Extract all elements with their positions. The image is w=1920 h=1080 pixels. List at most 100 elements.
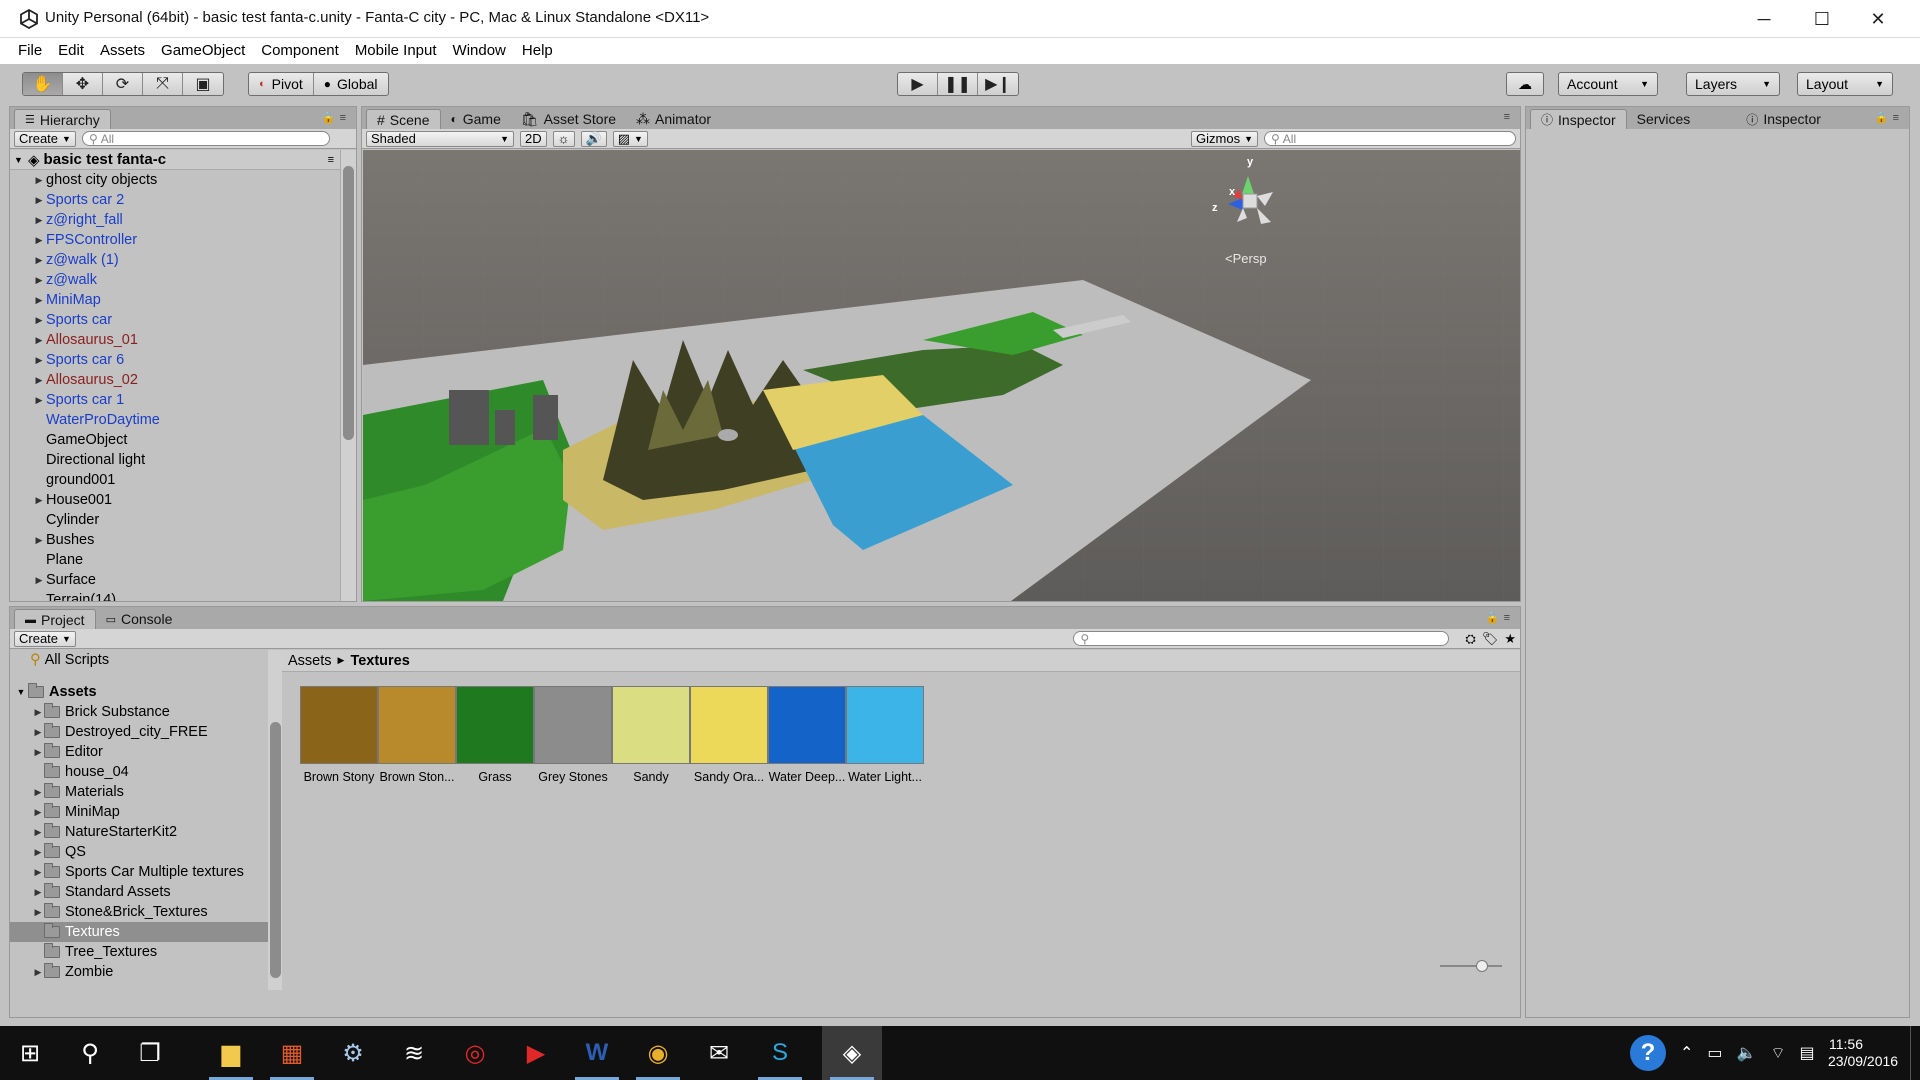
menu-component[interactable]: Component	[253, 38, 347, 64]
expand-triangle-icon[interactable]: ▶	[32, 575, 46, 586]
expand-triangle-icon[interactable]: ▶	[32, 787, 44, 798]
hand-tool-button[interactable]: ✋	[23, 73, 63, 95]
hierarchy-item[interactable]: GameObject	[10, 430, 340, 450]
menu-assets[interactable]: Assets	[92, 38, 153, 64]
thumbnail-size-slider[interactable]	[1440, 960, 1502, 972]
pivot-button[interactable]: ◐ Pivot	[249, 73, 314, 95]
project-folder-item[interactable]: Tree_Textures	[10, 942, 269, 962]
filter-by-type-icon[interactable]: ⛭	[1465, 631, 1475, 647]
scale-tool-button[interactable]: ⤧	[143, 73, 183, 95]
minimize-button[interactable]: ─	[1736, 0, 1792, 38]
hierarchy-item[interactable]: ▶ Sports car 1	[10, 390, 340, 410]
audio-app-taskbar[interactable]: ≋	[384, 1026, 444, 1080]
project-folder-item[interactable]: ▶ Materials	[10, 782, 269, 802]
project-folder-item[interactable]: ▶ Brick Substance	[10, 702, 269, 722]
favorite-all-scripts[interactable]: ⚲ All Scripts	[10, 650, 269, 670]
gizmo-center-cube[interactable]	[1242, 193, 1258, 209]
menu-mobile-input[interactable]: Mobile Input	[347, 38, 445, 64]
tab-inspector[interactable]: ⓘ Inspector	[1530, 109, 1627, 129]
expand-triangle-icon[interactable]: ▶	[32, 907, 44, 918]
hierarchy-search-input[interactable]: ⚲ All	[81, 131, 330, 146]
expand-triangle-icon[interactable]: ▶	[32, 887, 44, 898]
hierarchy-item[interactable]: ▶ ghost city objects	[10, 170, 340, 190]
project-folder-item[interactable]: ▶ Sports Car Multiple textures	[10, 862, 269, 882]
wifi-icon[interactable]: ⌔	[1770, 1043, 1785, 1063]
project-folder-item[interactable]: ▶ Stone&Brick_Textures	[10, 902, 269, 922]
task-view-button[interactable]: ❐	[120, 1026, 180, 1080]
texture-asset[interactable]: Grass	[450, 686, 540, 784]
rect-tool-button[interactable]: ▣	[183, 73, 223, 95]
project-folder-item[interactable]: ▶ Editor	[10, 742, 269, 762]
hierarchy-create-dropdown[interactable]: Create ▼	[14, 130, 76, 147]
hierarchy-item[interactable]: ground001	[10, 470, 340, 490]
recorder-app-taskbar[interactable]: ◎	[445, 1026, 505, 1080]
project-folder-item[interactable]: ▶ NatureStarterKit2	[10, 822, 269, 842]
mail-taskbar[interactable]: ✉	[689, 1026, 749, 1080]
account-dropdown[interactable]: Account ▼	[1558, 72, 1658, 96]
chevron-up-icon[interactable]: ⌃	[1680, 1043, 1693, 1063]
global-button[interactable]: ● Global	[314, 73, 388, 95]
close-button[interactable]: ✕	[1850, 0, 1906, 38]
step-button[interactable]: ▶❙	[978, 73, 1018, 95]
expand-triangle-icon[interactable]: ▶	[32, 827, 44, 838]
hierarchy-item[interactable]: ▶ Sports car 2	[10, 190, 340, 210]
scene-lighting-toggle[interactable]: ☼	[552, 130, 575, 147]
texture-asset[interactable]: Sandy Ora...	[684, 686, 774, 784]
texture-asset[interactable]: Grey Stones	[528, 686, 618, 784]
expand-triangle-icon[interactable]: ▶	[32, 727, 44, 738]
assets-root[interactable]: ▼ Assets	[10, 682, 269, 702]
expand-triangle-icon[interactable]: ▶	[32, 375, 46, 386]
project-search-input[interactable]: ⚲	[1073, 631, 1450, 646]
hierarchy-item[interactable]: ▶ z@right_fall	[10, 210, 340, 230]
expand-triangle-icon[interactable]: ▶	[32, 295, 46, 306]
tab-animator[interactable]: ⁂ Animator	[626, 109, 721, 129]
scene-effects-dropdown[interactable]: ▨ ▼	[612, 130, 648, 147]
hierarchy-item[interactable]: Directional light	[10, 450, 340, 470]
file-explorer-taskbar[interactable]: ▆	[201, 1026, 261, 1080]
hierarchy-scrollbar[interactable]	[340, 150, 356, 601]
word-taskbar[interactable]: W	[567, 1026, 627, 1080]
project-create-dropdown[interactable]: Create ▼	[14, 630, 76, 647]
menu-file[interactable]: File	[10, 38, 50, 64]
panel-lock-menu-icon[interactable]: 🔒≡	[322, 111, 350, 124]
chrome-taskbar[interactable]: ◉	[628, 1026, 688, 1080]
hierarchy-scroll-thumb[interactable]	[343, 166, 354, 440]
breadcrumb-assets[interactable]: Assets	[288, 653, 332, 669]
texture-asset[interactable]: Brown Stony	[294, 686, 384, 784]
taskbar-clock[interactable]: 11:56 23/09/2016	[1828, 1036, 1898, 1070]
hierarchy-item[interactable]: ▶ Allosaurus_01	[10, 330, 340, 350]
gizmo-z-axis[interactable]	[1228, 198, 1243, 210]
hierarchy-item[interactable]: ▶ House001	[10, 490, 340, 510]
panel-lock-menu-icon[interactable]: 🔒≡	[1875, 111, 1903, 124]
move-tool-button[interactable]: ✥	[63, 73, 103, 95]
hierarchy-item[interactable]: ▶ FPSController	[10, 230, 340, 250]
projection-toggle[interactable]: <Persp	[1225, 251, 1267, 266]
rotate-tool-button[interactable]: ⟳	[103, 73, 143, 95]
hierarchy-item[interactable]: WaterProDaytime	[10, 410, 340, 430]
tab-services[interactable]: Services	[1627, 109, 1701, 129]
texture-asset[interactable]: Sandy	[606, 686, 696, 784]
project-folder-item[interactable]: ▶ Zombie	[10, 962, 269, 982]
tab-inspector-2[interactable]: ⓘ Inspector	[1736, 109, 1831, 129]
youtube-mp3-taskbar[interactable]: ▶	[506, 1026, 566, 1080]
slider-thumb[interactable]	[1476, 960, 1488, 972]
expand-triangle-icon[interactable]: ▶	[32, 315, 46, 326]
project-folder-item[interactable]: Textures	[10, 922, 269, 942]
scene-search-input[interactable]: ⚲ All	[1264, 131, 1516, 146]
tab-game[interactable]: ◐ Game	[441, 109, 511, 129]
menu-edit[interactable]: Edit	[50, 38, 92, 64]
hierarchy-item[interactable]: Terrain(14)	[10, 590, 340, 601]
2d-toggle[interactable]: 2D	[520, 130, 547, 147]
expand-triangle-icon[interactable]: ▶	[32, 747, 44, 758]
shading-mode-dropdown[interactable]: Shaded ▼	[366, 130, 514, 147]
hierarchy-item[interactable]: Plane	[10, 550, 340, 570]
scene-root-row[interactable]: ▼ ◈ basic test fanta-c ≡	[10, 150, 340, 170]
start-button[interactable]: ⊞	[0, 1026, 60, 1080]
tab-asset-store[interactable]: 🛍 Asset Store	[511, 109, 626, 129]
expand-triangle-icon[interactable]: ▶	[32, 335, 46, 346]
expand-triangle-icon[interactable]: ▶	[32, 707, 44, 718]
hierarchy-item[interactable]: ▶ MiniMap	[10, 290, 340, 310]
expand-triangle-icon[interactable]: ▶	[32, 867, 44, 878]
scene-menu-icon[interactable]: ≡	[328, 154, 334, 166]
expand-triangle-icon[interactable]: ▶	[32, 195, 46, 206]
